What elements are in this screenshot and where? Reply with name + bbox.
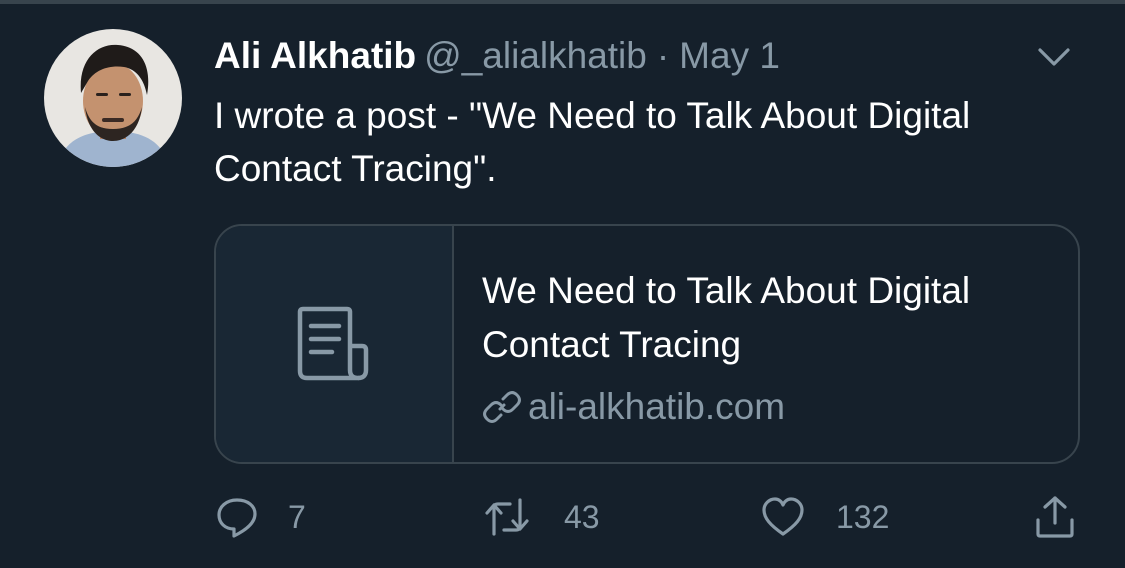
share-icon bbox=[1036, 496, 1074, 538]
tweet-actions: 7 43 132 bbox=[214, 494, 1084, 540]
avatar[interactable] bbox=[44, 29, 182, 167]
author-name[interactable]: Ali Alkhatib bbox=[214, 35, 416, 76]
retweet-icon bbox=[485, 498, 529, 536]
like-button[interactable]: 132 bbox=[760, 494, 889, 540]
heart-icon bbox=[762, 497, 804, 536]
reply-count: 7 bbox=[288, 498, 306, 535]
like-count: 132 bbox=[836, 498, 890, 535]
tweet-text: I wrote a post - "We Need to Talk About … bbox=[214, 95, 971, 189]
link-icon bbox=[482, 387, 522, 427]
card-title[interactable]: We Need to Talk About Digital Contact Tr… bbox=[482, 264, 1052, 372]
card-domain-row: ali-alkhatib.com bbox=[482, 384, 1052, 430]
avatar-photo bbox=[44, 29, 182, 167]
document-icon bbox=[297, 306, 369, 381]
link-card[interactable]: We Need to Talk About Digital Contact Tr… bbox=[214, 224, 1080, 464]
separator-dot: · bbox=[656, 35, 670, 76]
card-domain: ali-alkhatib.com bbox=[528, 386, 786, 427]
retweet-button[interactable]: 43 bbox=[484, 494, 600, 540]
card-thumbnail bbox=[216, 226, 454, 462]
reply-button[interactable]: 7 bbox=[214, 494, 306, 540]
top-divider bbox=[0, 0, 1125, 4]
tweet-header: Ali Alkhatib @_alialkhatib · May 1 bbox=[214, 30, 1094, 82]
reply-icon bbox=[217, 498, 257, 538]
card-body: We Need to Talk About Digital Contact Tr… bbox=[482, 264, 1052, 430]
author-handle[interactable]: @_alialkhatib bbox=[424, 35, 647, 76]
tweet: Ali Alkhatib @_alialkhatib · May 1 I wrote … bbox=[214, 30, 1094, 195]
retweet-count: 43 bbox=[564, 498, 600, 535]
share-button[interactable] bbox=[1032, 494, 1078, 540]
chevron-down-icon[interactable] bbox=[1034, 42, 1074, 72]
tweet-date[interactable]: May 1 bbox=[679, 35, 780, 76]
